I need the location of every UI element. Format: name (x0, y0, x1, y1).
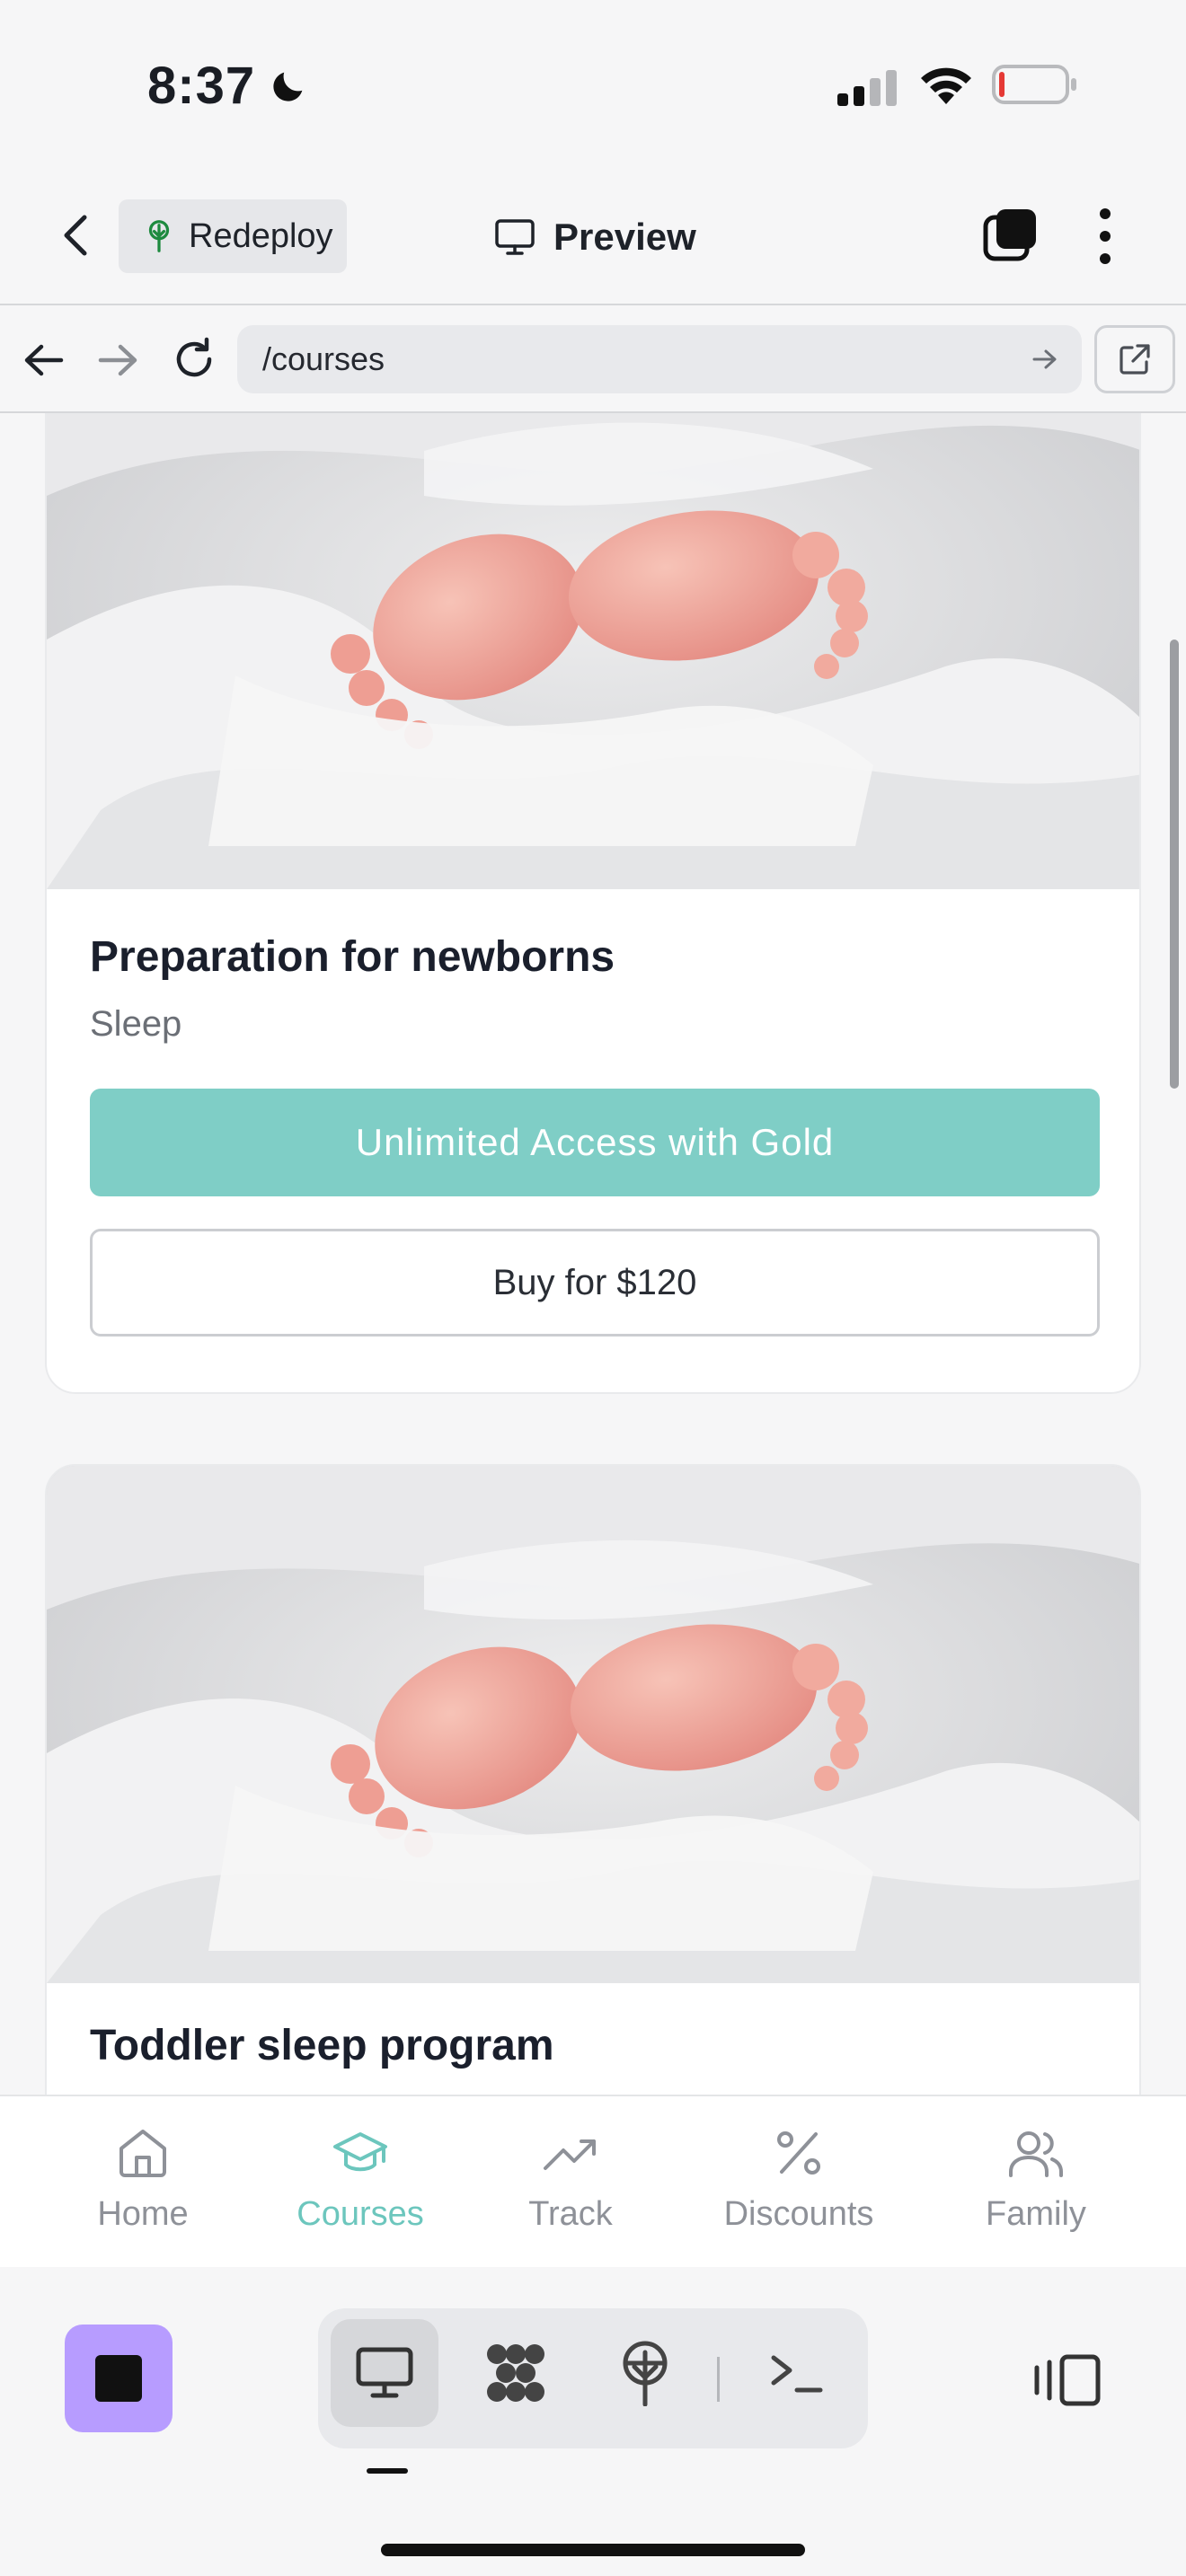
course-card[interactable]: Preparation for newborns Sleep Unlimited… (45, 413, 1141, 1394)
redeploy-label: Redeploy (189, 216, 333, 255)
url-path: /courses (262, 340, 385, 377)
stop-button[interactable] (65, 2325, 173, 2432)
terminal-icon (771, 2355, 823, 2393)
deploy-icon (623, 2341, 668, 2406)
bottom-tab-bar: Home Courses Track Discounts Family (0, 2095, 1186, 2267)
course-photo-baby-feet (47, 413, 1139, 889)
workflow-icon (487, 2344, 544, 2402)
graduation-cap-icon (333, 2132, 387, 2172)
trend-up-icon (544, 2139, 596, 2170)
unlimited-access-gold-button[interactable]: Unlimited Access with Gold (90, 1089, 1100, 1196)
more-vertical-icon[interactable] (1087, 207, 1123, 266)
home-icon (119, 2130, 166, 2177)
view-switcher (318, 2308, 868, 2448)
tab-track[interactable]: Track (467, 2127, 674, 2234)
users-icon (1009, 2131, 1063, 2177)
course-photo-baby-feet (47, 1466, 1139, 1983)
preview-tab[interactable]: Preview (494, 216, 696, 259)
moon-icon (273, 72, 303, 101)
go-arrow-icon[interactable] (1031, 347, 1058, 372)
tab-discounts[interactable]: Discounts (695, 2127, 902, 2234)
status-bar: 8:37 (0, 0, 1186, 171)
tab-label: Family (986, 2195, 1086, 2233)
time-label: 8:37 (147, 57, 256, 115)
active-view-indicator (367, 2468, 408, 2474)
course-title: Toddler sleep program (90, 2022, 554, 2069)
tabs-switcher-icon[interactable] (983, 207, 1039, 262)
back-chevron-icon[interactable] (50, 208, 104, 262)
terminal-view-button[interactable] (744, 2319, 852, 2427)
home-indicator (381, 2544, 805, 2556)
nav-forward-arrow-icon[interactable] (95, 340, 140, 381)
tab-family[interactable]: Family (933, 2127, 1139, 2234)
percent-icon (777, 2131, 820, 2175)
course-title: Preparation for newborns (90, 933, 615, 981)
external-link-icon (1120, 344, 1150, 375)
tab-label: Courses (296, 2195, 424, 2233)
desktop-icon (356, 2347, 413, 2398)
tab-label: Home (97, 2195, 189, 2233)
app-header: Redeploy Preview (0, 171, 1186, 305)
url-input[interactable]: /courses (237, 325, 1082, 393)
cellular-signal-icon (837, 70, 897, 106)
ide-toolbar (0, 2267, 1186, 2576)
redeploy-button[interactable]: Redeploy (119, 199, 347, 273)
preview-label: Preview (553, 216, 696, 258)
battery-icon (992, 65, 1076, 104)
toolbar-divider (717, 2357, 720, 2402)
scrollbar-thumb[interactable] (1170, 640, 1179, 1089)
workflow-view-button[interactable] (462, 2319, 570, 2427)
buy-course-button[interactable]: Buy for $120 (90, 1229, 1100, 1337)
reload-icon[interactable] (171, 336, 217, 383)
browser-url-bar: /courses (0, 307, 1186, 413)
monitor-icon (495, 219, 535, 255)
tab-home[interactable]: Home (40, 2127, 246, 2234)
tab-courses[interactable]: Courses (257, 2127, 464, 2234)
course-category: Sleep (90, 1004, 182, 1044)
course-card[interactable]: Toddler sleep program (45, 1464, 1141, 2095)
desktop-view-button[interactable] (331, 2319, 438, 2427)
wifi-icon (921, 67, 971, 104)
tab-label: Discounts (723, 2195, 874, 2233)
deploy-view-button[interactable] (591, 2319, 699, 2427)
clock: 8:37 (147, 56, 309, 116)
open-external-button[interactable] (1094, 325, 1175, 393)
side-panel-icon[interactable] (1033, 2353, 1102, 2407)
nav-back-arrow-icon[interactable] (22, 340, 66, 381)
deploy-tree-icon (148, 220, 170, 252)
courses-list: Preparation for newborns Sleep Unlimited… (0, 413, 1186, 2095)
stop-icon (95, 2355, 142, 2402)
tab-label: Track (528, 2195, 613, 2233)
